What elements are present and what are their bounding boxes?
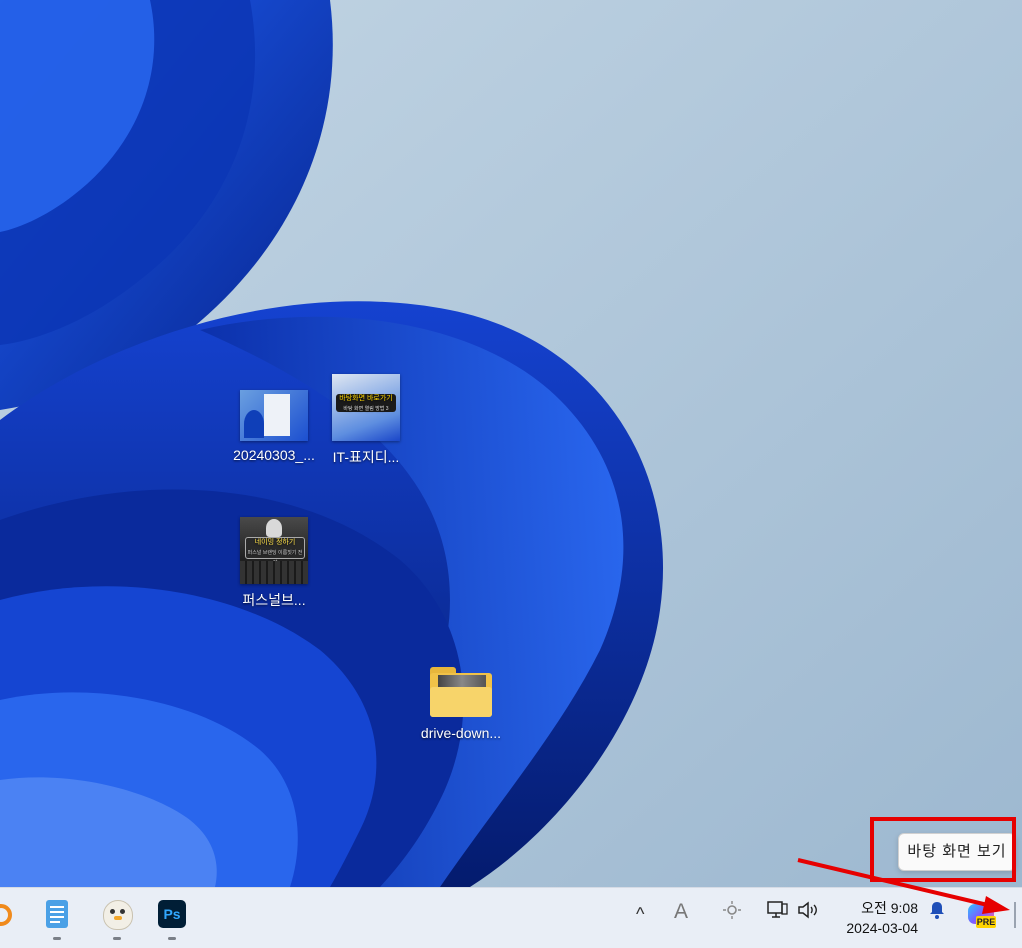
- desktop-icon-personal-brand[interactable]: 네이밍 정하기 퍼스널 브랜딩 이름짓기 전략 퍼스널브...: [228, 517, 320, 610]
- copilot-button[interactable]: PRE: [966, 902, 996, 930]
- show-desktop-button[interactable]: [1014, 902, 1016, 928]
- desktop-icon-label: 퍼스널브...: [242, 592, 306, 608]
- copilot-icon: PRE: [966, 902, 996, 930]
- ime-indicator[interactable]: A: [674, 900, 688, 924]
- clock-date: 2024-03-04: [846, 920, 918, 936]
- bell-icon: [930, 902, 944, 919]
- mascot-icon: [103, 900, 133, 930]
- notepad-icon: [46, 900, 68, 928]
- desktop-icon-drive-download[interactable]: drive-down...: [415, 665, 507, 741]
- photoshop-icon: Ps: [158, 900, 186, 928]
- image-thumbnail: 네이밍 정하기 퍼스널 브랜딩 이름짓기 전략: [240, 517, 308, 584]
- clock-time: 오전 9:08: [861, 900, 918, 916]
- desktop-icon-label: IT-표지디...: [332, 449, 400, 465]
- taskbar: Ps ^ A 오전 9:08 2024-03-04 PRE: [0, 887, 1022, 948]
- thumbnail-subtext: 바탕 화면 열림 방법 3: [343, 406, 389, 412]
- image-thumbnail: 바탕화면 바로가기 바탕 화면 열림 방법 3: [332, 374, 400, 441]
- running-indicator: [113, 937, 121, 940]
- desktop-icon-it-cover[interactable]: 바탕화면 바로가기 바탕 화면 열림 방법 3 IT-표지디...: [320, 374, 412, 467]
- desktop-icon-screenshot[interactable]: 20240303_...: [228, 390, 320, 463]
- volume-control[interactable]: [797, 900, 821, 925]
- taskbar-browser-app[interactable]: [0, 898, 18, 940]
- taskbar-notepad-app[interactable]: [37, 898, 77, 940]
- desktop-icon-label: drive-down...: [420, 725, 502, 741]
- copilot-pre-badge: PRE: [976, 916, 996, 928]
- browser-icon: [0, 904, 12, 926]
- taskbar-clock[interactable]: 오전 9:08 2024-03-04: [846, 898, 918, 938]
- thumbnail-banner-text: 바탕화면 바로가기: [339, 395, 393, 402]
- taskbar-photoshop-app[interactable]: Ps: [152, 898, 192, 940]
- folder-icon: [428, 665, 494, 719]
- notifications-button[interactable]: [927, 900, 947, 925]
- taskbar-mascot-app[interactable]: [97, 898, 137, 940]
- thumbnail-banner-text: 네이밍 정하기: [254, 539, 296, 546]
- network-icon: [767, 901, 788, 918]
- photoshop-icon-text: Ps: [163, 906, 181, 922]
- show-hidden-icons-chevron[interactable]: ^: [636, 904, 644, 925]
- desktop-icon-label: 20240303_...: [233, 447, 315, 463]
- annotation-highlight-box: [870, 817, 1016, 882]
- running-indicator: [168, 937, 176, 940]
- sun-icon: [723, 901, 741, 919]
- tray-app-icon[interactable]: [722, 900, 742, 925]
- network-status[interactable]: [767, 900, 789, 925]
- desktop-wallpaper: [0, 0, 1022, 887]
- speaker-icon: [798, 901, 817, 919]
- running-indicator: [53, 937, 61, 940]
- image-thumbnail: [240, 390, 308, 441]
